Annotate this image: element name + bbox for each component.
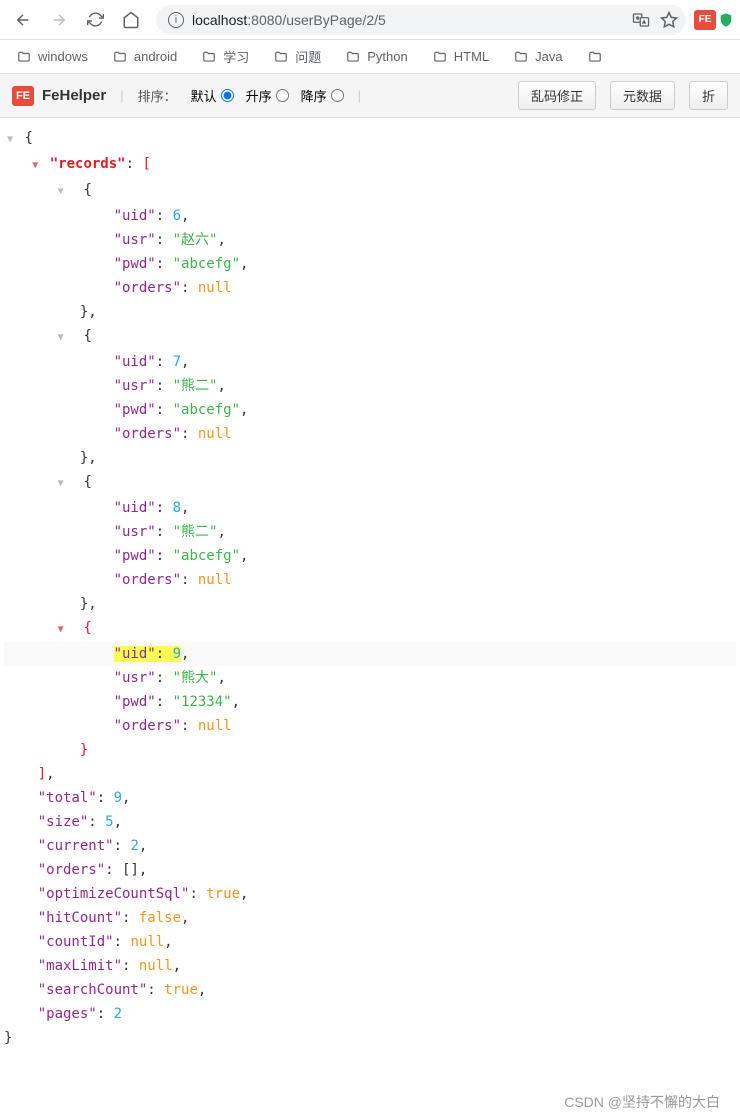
sort-desc-radio[interactable]: 降序: [301, 86, 344, 105]
reload-button[interactable]: [78, 3, 112, 37]
forward-button[interactable]: [42, 3, 76, 37]
translate-icon[interactable]: [632, 11, 650, 29]
json-viewer: { "records": [ { "uid": 6, "usr": "赵六", …: [0, 118, 740, 1058]
sort-radio-group: 默认 升序 降序: [191, 86, 344, 105]
shield-icon[interactable]: [718, 11, 734, 29]
watermark: CSDN @坚持不懈的大白: [564, 1092, 720, 1112]
toggle-icon[interactable]: [55, 472, 67, 496]
fehelper-extension-icon[interactable]: FE: [694, 10, 716, 30]
sort-label: 排序：: [138, 86, 177, 105]
url-text: localhost:8080/userByPage/2/5: [192, 12, 624, 28]
fold-button[interactable]: 折: [689, 81, 728, 110]
back-button[interactable]: [6, 3, 40, 37]
address-bar[interactable]: i localhost:8080/userByPage/2/5: [156, 5, 686, 35]
info-icon: i: [168, 12, 184, 28]
sort-default-radio[interactable]: 默认: [191, 86, 234, 105]
bookmark-item[interactable]: 问题: [267, 43, 327, 70]
bookmark-item[interactable]: Python: [339, 45, 413, 68]
app-name: FeHelper: [42, 87, 106, 104]
toggle-icon[interactable]: [4, 128, 16, 152]
toggle-icon[interactable]: [29, 154, 41, 178]
toggle-icon[interactable]: [55, 618, 67, 642]
toggle-icon[interactable]: [55, 326, 67, 350]
toggle-icon[interactable]: [55, 180, 67, 204]
sort-asc-radio[interactable]: 升序: [246, 86, 289, 105]
bookmark-item[interactable]: HTML: [426, 45, 495, 68]
bookmark-item[interactable]: [581, 46, 609, 68]
garbled-fix-button[interactable]: 乱码修正: [518, 81, 596, 110]
fehelper-logo: FE FeHelper: [12, 86, 106, 106]
metadata-button[interactable]: 元数据: [610, 81, 675, 110]
home-button[interactable]: [114, 3, 148, 37]
browser-nav-bar: i localhost:8080/userByPage/2/5 FE: [0, 0, 740, 40]
bookmark-item[interactable]: windows: [10, 45, 94, 68]
fehelper-toolbar: FE FeHelper | 排序： 默认 升序 降序 | 乱码修正 元数据 折: [0, 74, 740, 118]
bookmarks-bar: windows android 学习问题 Python HTML Java: [0, 40, 740, 74]
separator: |: [120, 88, 123, 103]
star-icon[interactable]: [660, 11, 678, 29]
bookmark-item[interactable]: Java: [507, 45, 568, 68]
bookmark-item[interactable]: 学习: [195, 43, 255, 70]
bookmark-item[interactable]: android: [106, 45, 183, 68]
separator: |: [358, 88, 361, 103]
fehelper-badge-icon: FE: [12, 86, 34, 106]
